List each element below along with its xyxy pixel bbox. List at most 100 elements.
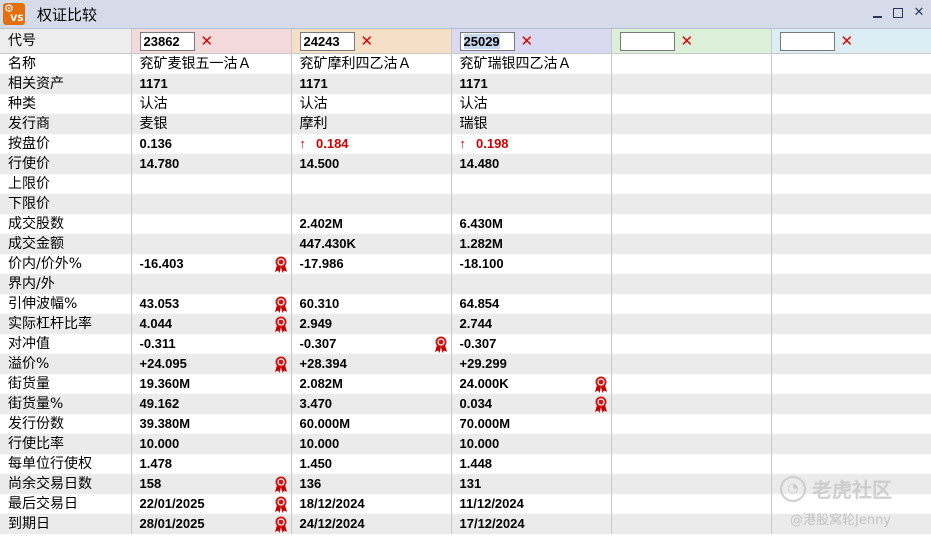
- code-row: 代号 23862 ✕ 24243 ✕ 25029 ✕ ✕ ✕: [0, 29, 931, 54]
- clear-code-button[interactable]: ✕: [681, 32, 694, 51]
- table-cell: 2.949: [291, 314, 452, 334]
- clear-code-button[interactable]: ✕: [361, 32, 374, 51]
- table-cell: [131, 194, 292, 214]
- table-cell: 1.448: [451, 454, 612, 474]
- cell-value: 14.480: [459, 156, 500, 171]
- cell-value: 17/12/2024: [459, 516, 525, 531]
- code-cell: ✕: [771, 29, 931, 54]
- close-icon: ✕: [913, 5, 925, 20]
- table-cell: 6.430M: [451, 214, 612, 234]
- ribbon-award-icon: [434, 336, 448, 353]
- row-label: 到期日: [0, 514, 132, 534]
- cell-value: 158: [139, 476, 162, 491]
- table-cell: [771, 234, 931, 254]
- cell-value: 兖矿瑞银四乙沽Ａ: [459, 56, 572, 72]
- cell-value: -16.403: [139, 256, 184, 271]
- table-cell: [291, 194, 452, 214]
- clear-code-button[interactable]: ✕: [201, 32, 214, 51]
- table-cell: [771, 434, 931, 454]
- cell-value: 1.478: [139, 456, 173, 471]
- table-cell: [291, 274, 452, 294]
- table-row: 街货量% 49.162 3.470 0.034: [0, 394, 931, 414]
- close-window-button[interactable]: ✕: [913, 5, 925, 21]
- cell-value: 6.430M: [459, 216, 503, 231]
- maximize-button[interactable]: [892, 5, 904, 21]
- table-cell: 14.780: [131, 154, 292, 174]
- maximize-icon: [893, 8, 903, 18]
- table-cell: 43.053: [131, 294, 292, 314]
- table-cell: +28.394: [291, 354, 452, 374]
- row-label: 行使价: [0, 154, 132, 174]
- clear-code-button[interactable]: ✕: [521, 32, 534, 51]
- table-cell: 14.480: [451, 154, 612, 174]
- ribbon-award-icon: [274, 496, 288, 513]
- table-cell: 认沽: [131, 94, 292, 114]
- ribbon-award-icon: [274, 516, 288, 533]
- window-controls: ✕: [871, 5, 925, 21]
- row-label: 价内/价外%: [0, 254, 132, 274]
- cell-value: -0.311: [139, 336, 176, 351]
- row-label: 最后交易日: [0, 494, 132, 514]
- table-cell: [771, 354, 931, 374]
- table-cell: -17.986: [291, 254, 452, 274]
- code-input[interactable]: 24243: [299, 31, 355, 51]
- table-row: 界内/外: [0, 274, 931, 294]
- table-cell: [611, 294, 772, 314]
- table-cell: [771, 53, 931, 74]
- cell-value: 24/12/2024: [299, 516, 365, 531]
- row-label: 每单位行使权: [0, 454, 132, 474]
- row-label: 对冲值: [0, 334, 132, 354]
- ribbon-award-icon: [274, 476, 288, 493]
- cell-value: 24.000K: [459, 376, 509, 391]
- code-input[interactable]: [779, 31, 835, 51]
- table-cell: [131, 234, 292, 254]
- code-input[interactable]: 23862: [139, 31, 195, 51]
- table-row: 对冲值 -0.311 -0.307 -0.307: [0, 334, 931, 354]
- cell-value: 1.282M: [459, 236, 503, 251]
- table-cell: 2.082M: [291, 374, 452, 394]
- watermark-user: @港股窝轮Jenny: [790, 513, 892, 528]
- app-icon: ⚙ VS: [3, 3, 25, 25]
- code-input[interactable]: [619, 31, 675, 51]
- code-cell: 24243 ✕: [291, 29, 452, 54]
- row-label: 成交金额: [0, 234, 132, 254]
- window-title: 权证比较: [37, 5, 98, 24]
- table-row: 按盘价 0.136 ↑ 0.184 ↑ 0.198: [0, 134, 931, 154]
- table-row: 价内/价外% -16.403 -17.986 -18.100: [0, 254, 931, 274]
- cell-value: -0.307: [459, 336, 497, 351]
- table-row: 相关资产 1171 1171 1171: [0, 74, 931, 94]
- code-cell: ✕: [611, 29, 772, 54]
- row-label: 相关资产: [0, 74, 132, 94]
- cell-value: 3.470: [299, 396, 333, 411]
- table-cell: [771, 134, 931, 154]
- table-cell: 60.310: [291, 294, 452, 314]
- cell-value: 0.198: [476, 136, 509, 151]
- minimize-icon: [872, 16, 882, 18]
- table-cell: 兖矿麦银五一沽Ａ: [131, 53, 292, 74]
- table-row: 成交金额 447.430K 1.282M: [0, 234, 931, 254]
- table-cell: [771, 154, 931, 174]
- cell-value: 22/01/2025: [139, 496, 205, 511]
- cell-value: 43.053: [139, 296, 180, 311]
- table-cell: 兖矿摩利四乙沽Ａ: [291, 53, 452, 74]
- table-cell: -0.307: [291, 334, 452, 354]
- code-input-selected-text: 25029: [463, 33, 500, 49]
- table-cell: [131, 214, 292, 234]
- tiger-logo-icon: ◔: [780, 475, 806, 502]
- minimize-button[interactable]: [871, 5, 883, 21]
- table-row: 上限价: [0, 174, 931, 194]
- cell-value: 2.082M: [299, 376, 343, 391]
- table-cell: [771, 94, 931, 114]
- table-cell: -0.307: [451, 334, 612, 354]
- gear-icon: ⚙: [4, 2, 14, 15]
- code-input[interactable]: 25029: [459, 31, 515, 51]
- cell-value: -18.100: [459, 256, 504, 271]
- row-label: 溢价%: [0, 354, 132, 374]
- cell-value: 0.034: [459, 396, 493, 411]
- cell-value: 14.500: [299, 156, 340, 171]
- table-cell: [611, 274, 772, 294]
- table-cell: [451, 274, 612, 294]
- clear-code-button[interactable]: ✕: [841, 32, 854, 51]
- cell-value: 瑞银: [459, 116, 488, 132]
- table-cell: +29.299: [451, 354, 612, 374]
